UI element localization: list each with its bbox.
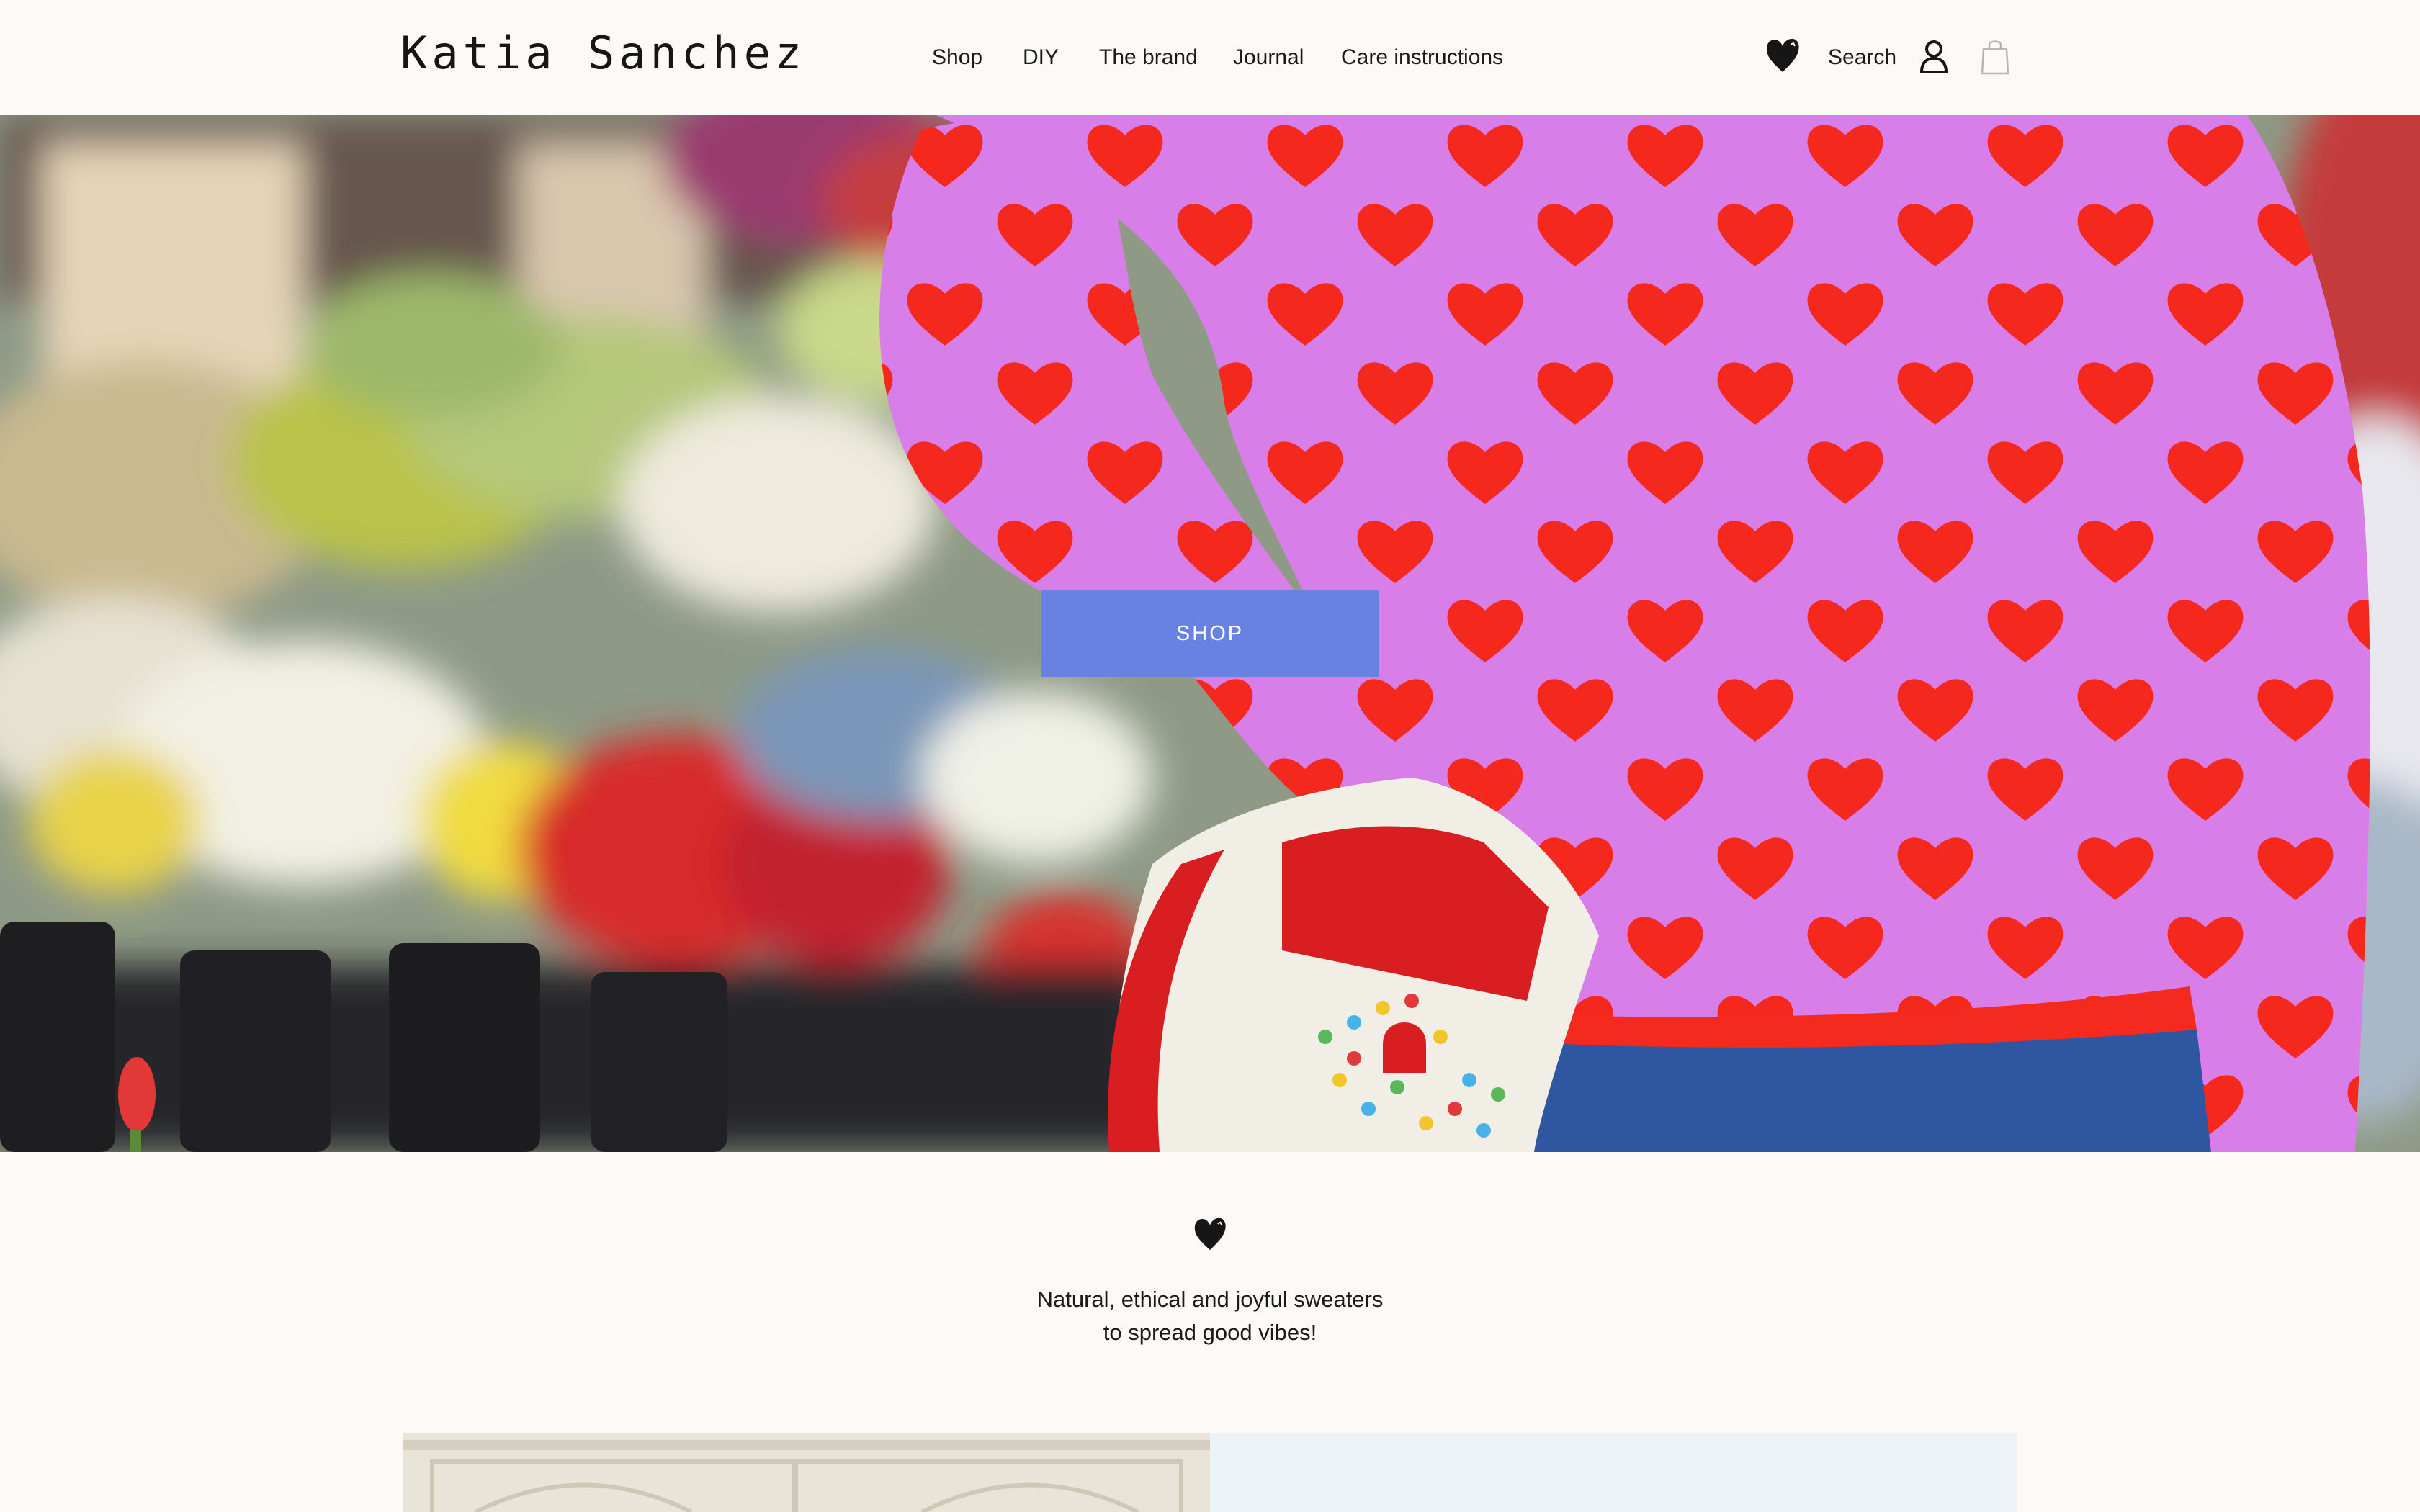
feature-card-text [1210, 1433, 2017, 1512]
search-link[interactable]: Search [1828, 40, 1896, 75]
hero-banner: SHOP [0, 115, 2420, 1152]
bag-icon[interactable] [1979, 37, 2011, 75]
tagline-line-2: to spread good vibes! [1103, 1320, 1317, 1345]
feature-card-image[interactable] [403, 1433, 1210, 1512]
shop-button[interactable]: SHOP [1041, 590, 1379, 677]
user-icon[interactable] [1919, 39, 1949, 73]
nav-diy[interactable]: DIY [1023, 40, 1059, 75]
brand-logo[interactable]: Katia Sanchez [400, 24, 806, 82]
nav-journal[interactable]: Journal [1233, 40, 1304, 75]
nav-care-instructions[interactable]: Care instructions [1341, 40, 1503, 75]
card-photo [403, 1433, 1210, 1512]
brand-tagline: Natural, ethical and joyful sweaters to … [922, 1283, 1498, 1349]
nav-shop[interactable]: Shop [932, 40, 982, 75]
nav-the-brand[interactable]: The brand [1099, 40, 1198, 75]
site-header: Katia Sanchez Shop DIY The brand Journal… [0, 0, 2420, 115]
heart-icon [1194, 1218, 1226, 1251]
heart-icon[interactable] [1765, 36, 1801, 75]
tagline-line-1: Natural, ethical and joyful sweaters [1036, 1287, 1384, 1312]
